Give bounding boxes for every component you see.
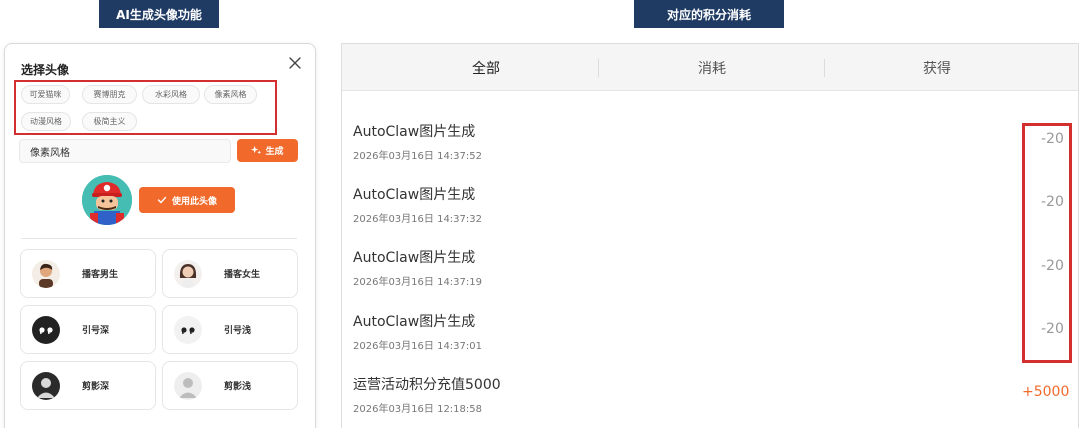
prompt-value: 像素风格 bbox=[30, 147, 70, 159]
use-avatar-button[interactable]: 使用此头像 bbox=[139, 187, 235, 213]
style-tag[interactable]: 动漫风格 bbox=[21, 112, 71, 131]
quote-dark-icon bbox=[32, 315, 60, 344]
points-record: 运营活动积分充值5000 2026年03月16日 12:18:58 bbox=[353, 374, 1053, 424]
silhouette-light-icon bbox=[174, 371, 202, 400]
points-record: AutoClaw图片生成 2026年03月16日 14:37:01 bbox=[353, 311, 1053, 361]
check-icon bbox=[157, 196, 167, 204]
voice-card-silhouette-light[interactable]: 剪影浅 bbox=[162, 361, 298, 410]
amount-highlight-box bbox=[1022, 123, 1072, 363]
section-title-points: 对应的积分消耗 bbox=[634, 0, 784, 28]
filter-tabs: 全部 消耗 获得 bbox=[342, 44, 1078, 91]
pixel-character-icon bbox=[82, 175, 132, 225]
record-title: 运营活动积分充值5000 bbox=[353, 377, 501, 393]
close-icon[interactable] bbox=[288, 56, 302, 70]
style-tag[interactable]: 像素风格 bbox=[204, 85, 257, 104]
male-avatar-icon bbox=[32, 259, 60, 288]
generated-avatar-preview bbox=[82, 175, 132, 225]
voice-label: 播客男生 bbox=[82, 270, 119, 280]
record-title: AutoClaw图片生成 bbox=[353, 187, 476, 203]
style-tag[interactable]: 极简主义 bbox=[82, 112, 137, 131]
divider bbox=[21, 238, 297, 239]
voice-card-quote-light[interactable]: 引号浅 bbox=[162, 305, 298, 354]
style-tag[interactable]: 可爱猫咪 bbox=[21, 85, 70, 104]
record-time: 2026年03月16日 14:37:19 bbox=[353, 277, 482, 288]
avatar-dialog: 选择头像 可爱猫咪 赛博朋克 水彩风格 像素风格 动漫风格 极简主义 像素风格 … bbox=[4, 43, 316, 428]
voice-label: 引号浅 bbox=[224, 326, 252, 336]
voice-label: 播客女生 bbox=[224, 270, 261, 280]
voice-card-podcast-male[interactable]: 播客男生 bbox=[20, 249, 156, 298]
record-time: 2026年03月16日 14:37:32 bbox=[353, 214, 482, 225]
female-avatar-icon bbox=[174, 259, 202, 288]
record-title: AutoClaw图片生成 bbox=[353, 314, 476, 330]
tab-all[interactable]: 全部 bbox=[366, 44, 606, 91]
voice-label: 剪影深 bbox=[82, 382, 110, 392]
quote-light-icon bbox=[174, 315, 202, 344]
use-avatar-label: 使用此头像 bbox=[171, 196, 217, 207]
voice-card-silhouette-dark[interactable]: 剪影深 bbox=[20, 361, 156, 410]
style-tag[interactable]: 水彩风格 bbox=[142, 85, 200, 104]
record-time: 2026年03月16日 14:37:52 bbox=[353, 151, 482, 162]
section-title-ai-avatar: AI生成头像功能 bbox=[99, 0, 219, 28]
voice-label: 引号深 bbox=[82, 326, 110, 336]
record-amount-positive: +5000 bbox=[1022, 384, 1070, 400]
tab-earned[interactable]: 获得 bbox=[817, 44, 1057, 91]
voice-label: 剪影浅 bbox=[224, 382, 252, 392]
record-time: 2026年03月16日 12:18:58 bbox=[353, 404, 482, 415]
generate-button[interactable]: 生成 bbox=[237, 139, 298, 162]
record-title: AutoClaw图片生成 bbox=[353, 250, 476, 266]
points-record: AutoClaw图片生成 2026年03月16日 14:37:52 bbox=[353, 121, 1053, 171]
generate-label: 生成 bbox=[265, 147, 284, 157]
voice-card-podcast-female[interactable]: 播客女生 bbox=[162, 249, 298, 298]
silhouette-dark-icon bbox=[32, 371, 60, 400]
points-history-panel: 全部 消耗 获得 AutoClaw图片生成 2026年03月16日 14:37:… bbox=[341, 43, 1079, 428]
record-title: AutoClaw图片生成 bbox=[353, 124, 476, 140]
style-prompt-input[interactable]: 像素风格 bbox=[19, 139, 231, 163]
tab-spent[interactable]: 消耗 bbox=[592, 44, 832, 91]
points-record: AutoClaw图片生成 2026年03月16日 14:37:19 bbox=[353, 247, 1053, 297]
points-record: AutoClaw图片生成 2026年03月16日 14:37:32 bbox=[353, 184, 1053, 234]
style-tag[interactable]: 赛博朋克 bbox=[82, 85, 137, 104]
sparkle-icon bbox=[251, 145, 262, 155]
record-time: 2026年03月16日 14:37:01 bbox=[353, 341, 482, 352]
dialog-title: 选择头像 bbox=[21, 63, 70, 77]
voice-card-quote-dark[interactable]: 引号深 bbox=[20, 305, 156, 354]
